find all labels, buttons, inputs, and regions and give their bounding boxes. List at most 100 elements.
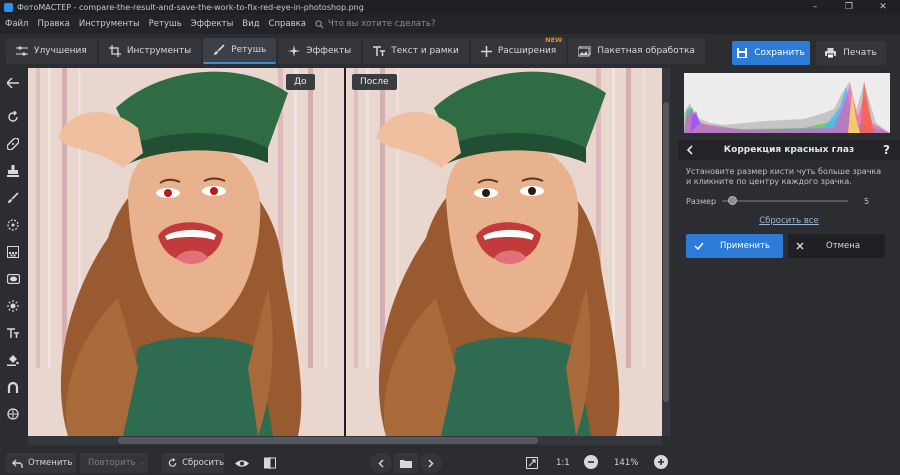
app-icon bbox=[4, 2, 13, 12]
tab-label: Эффекты bbox=[306, 46, 352, 56]
after-label: После bbox=[352, 74, 397, 90]
tab-label: Ретушь bbox=[231, 45, 267, 55]
scroll-thumb[interactable] bbox=[118, 437, 538, 444]
brush-tool-icon[interactable] bbox=[4, 189, 22, 207]
tab-label: Пакетная обработка bbox=[597, 46, 695, 56]
reset-button[interactable]: Сбросить bbox=[162, 453, 224, 473]
maximize-button[interactable]: ❐ bbox=[832, 0, 866, 14]
save-button[interactable]: Сохранить bbox=[732, 41, 810, 65]
compare-button[interactable] bbox=[262, 453, 282, 473]
back-arrow-icon[interactable] bbox=[4, 74, 22, 92]
open-folder-button[interactable] bbox=[394, 453, 418, 473]
rotate-icon[interactable] bbox=[4, 108, 22, 126]
print-label: Печать bbox=[843, 48, 877, 58]
tab-extensions[interactable]: Расширения NEW bbox=[470, 36, 567, 64]
gradient-icon[interactable] bbox=[4, 243, 22, 261]
zoom-out-button[interactable] bbox=[584, 455, 598, 469]
redo-button[interactable]: Повторить bbox=[80, 453, 148, 473]
fit-screen-button[interactable] bbox=[524, 453, 544, 473]
tab-text-frames[interactable]: Текст и рамки bbox=[363, 38, 469, 64]
cancel-button[interactable]: Отмена bbox=[788, 234, 885, 258]
undo-label: Отменить bbox=[28, 458, 73, 468]
check-icon bbox=[694, 242, 704, 250]
before-photo[interactable]: До bbox=[28, 68, 344, 436]
menu-edit[interactable]: Правка bbox=[37, 19, 69, 29]
zoom-level: 141% bbox=[614, 458, 639, 468]
target-icon[interactable] bbox=[4, 216, 22, 234]
sun-icon[interactable] bbox=[4, 297, 22, 315]
image-navigation bbox=[370, 453, 444, 473]
menu-bar: Файл Правка Инструменты Ретушь Эффекты В… bbox=[0, 14, 900, 34]
tab-label: Инструменты bbox=[126, 46, 192, 56]
tab-retouch[interactable]: Ретушь bbox=[203, 38, 277, 64]
plus-icon bbox=[480, 45, 492, 57]
menu-help[interactable]: Справка bbox=[269, 19, 306, 29]
plus-zoom-icon bbox=[658, 459, 664, 465]
tab-label: Расширения bbox=[497, 46, 557, 56]
menu-effects[interactable]: Эффекты bbox=[191, 19, 234, 29]
size-slider[interactable] bbox=[722, 196, 848, 205]
after-photo[interactable]: После bbox=[346, 68, 662, 436]
command-search[interactable]: Что вы хотите сделать? bbox=[315, 19, 436, 29]
bandage-icon[interactable] bbox=[4, 135, 22, 153]
text-icon bbox=[373, 45, 386, 56]
redo-icon bbox=[140, 462, 143, 464]
fill-bucket-icon[interactable] bbox=[4, 351, 22, 369]
window-controls: – ❐ ✕ bbox=[798, 0, 900, 14]
save-label: Сохранить bbox=[754, 48, 805, 58]
menu-tools[interactable]: Инструменты bbox=[79, 19, 140, 29]
size-value: 5 bbox=[864, 196, 870, 206]
undo-button[interactable]: Отменить bbox=[6, 453, 76, 473]
folder-icon bbox=[400, 459, 412, 468]
right-panel: Коррекция красных глаз ? Установите разм… bbox=[678, 68, 900, 458]
scroll-thumb[interactable] bbox=[663, 102, 669, 402]
title-bar: ФотоМАСТЕР - compare-the-result-and-save… bbox=[0, 0, 900, 14]
horizontal-scrollbar[interactable] bbox=[28, 436, 662, 445]
menu-file[interactable]: Файл bbox=[5, 19, 28, 29]
menu-view[interactable]: Вид bbox=[242, 19, 259, 29]
histogram bbox=[684, 73, 890, 133]
stamp-icon[interactable] bbox=[4, 162, 22, 180]
search-icon bbox=[315, 19, 324, 29]
panel-hint: Установите размер кисти чуть больше зрач… bbox=[686, 167, 882, 186]
batch-icon bbox=[578, 45, 592, 56]
text-tool-icon[interactable] bbox=[4, 324, 22, 342]
previous-image-button[interactable] bbox=[370, 453, 392, 473]
apply-button[interactable]: Применить bbox=[686, 234, 783, 258]
image-canvas[interactable]: До После bbox=[28, 68, 662, 436]
tab-label: Текст и рамки bbox=[391, 46, 459, 56]
print-button[interactable]: Печать bbox=[816, 41, 886, 65]
tab-improvements[interactable]: Улучшения bbox=[6, 38, 97, 64]
next-image-button[interactable] bbox=[420, 453, 442, 473]
search-placeholder: Что вы хотите сделать? bbox=[327, 19, 436, 29]
bottom-bar: Отменить Повторить Сбросить 1:1 141% bbox=[0, 450, 900, 475]
printer-icon bbox=[825, 48, 837, 58]
vertical-scrollbar[interactable] bbox=[662, 68, 670, 436]
crop-icon bbox=[108, 45, 121, 57]
chevron-right-icon bbox=[428, 458, 434, 468]
magnet-icon[interactable] bbox=[4, 378, 22, 396]
zoom-in-button[interactable] bbox=[654, 455, 668, 469]
menu-retouch[interactable]: Ретушь bbox=[149, 19, 182, 29]
close-window-button[interactable]: ✕ bbox=[866, 0, 900, 14]
apply-label: Применить bbox=[720, 241, 770, 251]
globe-icon[interactable] bbox=[4, 405, 22, 423]
help-icon[interactable]: ? bbox=[883, 143, 890, 157]
brush-icon bbox=[214, 44, 225, 55]
tab-tools[interactable]: Инструменты bbox=[98, 38, 202, 64]
zoom-actual-size[interactable]: 1:1 bbox=[556, 453, 570, 473]
slider-knob[interactable] bbox=[728, 196, 737, 205]
eye-icon bbox=[234, 459, 249, 467]
chevron-left-icon bbox=[378, 458, 384, 468]
reset-icon bbox=[168, 458, 177, 467]
fit-screen-icon bbox=[525, 457, 538, 469]
tab-batch[interactable]: Пакетная обработка bbox=[568, 38, 705, 64]
preview-eye-button[interactable] bbox=[234, 453, 254, 473]
cancel-label: Отмена bbox=[826, 241, 861, 251]
tab-effects[interactable]: Эффекты bbox=[278, 38, 362, 64]
minimize-button[interactable]: – bbox=[798, 0, 832, 14]
undo-icon bbox=[12, 459, 23, 468]
reset-all-link[interactable]: Сбросить все bbox=[678, 216, 900, 226]
reset-label: Сбросить bbox=[182, 458, 224, 468]
vignette-icon[interactable] bbox=[4, 270, 22, 288]
